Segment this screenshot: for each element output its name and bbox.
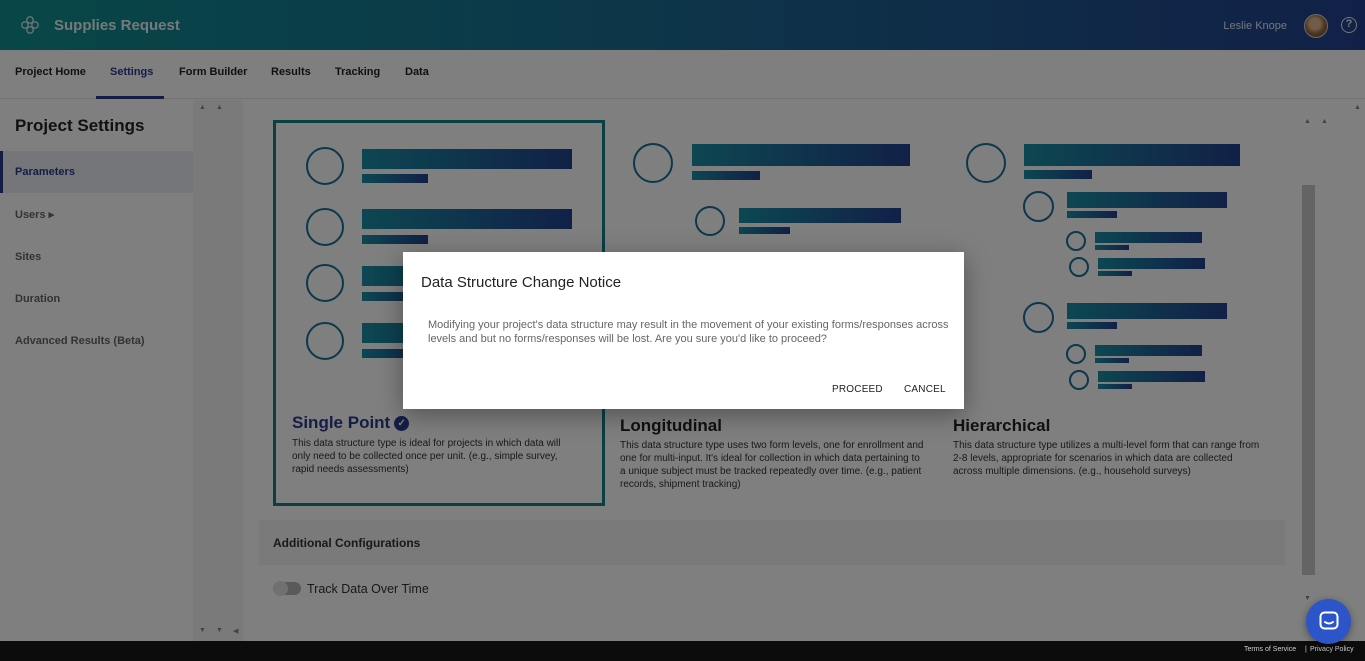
chat-launcher-button[interactable] [1306, 599, 1351, 644]
privacy-policy-link[interactable]: Privacy Policy [1310, 646, 1354, 653]
data-structure-change-dialog: Data Structure Change Notice Modifying y… [403, 252, 964, 409]
dialog-message: Modifying your project's data structure … [428, 319, 949, 345]
footer-separator: | [1305, 646, 1307, 653]
proceed-button[interactable]: PROCEED [832, 384, 883, 395]
page-footer: Terms of Service | Privacy Policy [0, 641, 1365, 661]
cancel-button[interactable]: CANCEL [904, 384, 946, 395]
chat-bubble-icon [1319, 611, 1339, 636]
dialog-title: Data Structure Change Notice [421, 274, 622, 291]
terms-of-service-link[interactable]: Terms of Service [1244, 646, 1296, 653]
